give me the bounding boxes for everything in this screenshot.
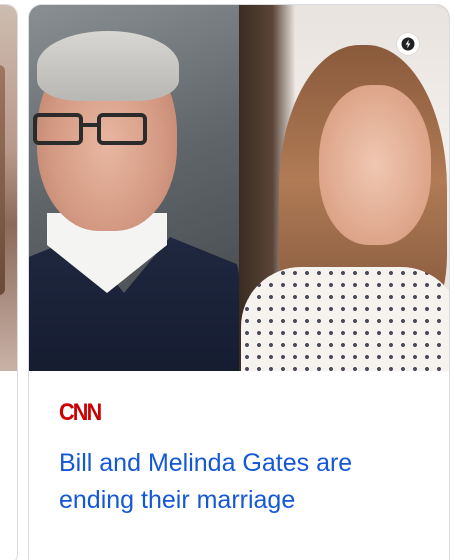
photo-figure-hair-left xyxy=(37,31,179,101)
glasses-lens-left xyxy=(33,113,83,145)
previous-story-photo-detail xyxy=(0,65,5,295)
carousel-region: CNN Bill and Melinda Gates are ending th… xyxy=(0,0,455,560)
amp-lightning-icon xyxy=(397,33,419,55)
story-thumbnail[interactable] xyxy=(29,5,449,371)
photo-figure-blouse xyxy=(241,267,449,371)
lightning-bolt-icon xyxy=(401,37,415,51)
source-logo: CNN xyxy=(59,399,102,426)
top-story-card[interactable]: CNN Bill and Melinda Gates are ending th… xyxy=(28,4,450,560)
story-card-body: CNN Bill and Melinda Gates are ending th… xyxy=(29,371,449,560)
story-headline[interactable]: Bill and Melinda Gates are ending their … xyxy=(59,445,419,519)
photo-figure-face-right xyxy=(319,85,431,245)
previous-story-card[interactable] xyxy=(0,4,18,560)
photo-figure-glasses xyxy=(33,113,153,149)
glasses-lens-right xyxy=(97,113,147,145)
